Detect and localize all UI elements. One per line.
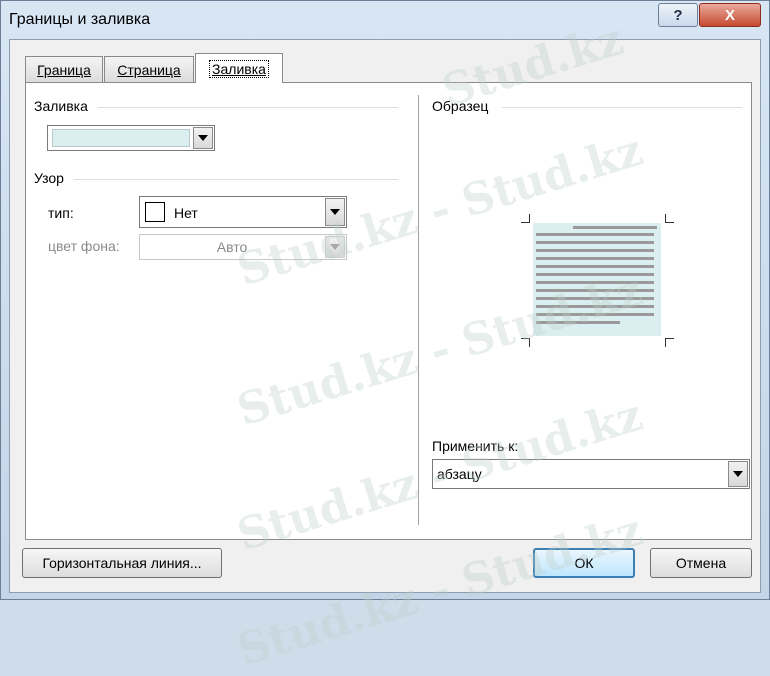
window-title: Границы и заливка [9,11,151,28]
chevron-down-icon [330,244,340,250]
dialog-client-area: Граница Страница Заливка Заливка Узор ти… [9,39,761,593]
pattern-type-value: Нет [174,205,198,221]
pattern-group-label: Узор [34,170,70,186]
ok-button[interactable]: ОК [533,548,635,578]
help-button[interactable]: ? [658,3,698,27]
pattern-group-divider [74,179,398,180]
horizontal-line-button-label: Горизонтальная линия... [42,555,202,571]
tab-shading-label: Заливка [209,59,269,78]
preview-corner-mark [665,214,674,223]
pattern-type-dropdown-button[interactable] [325,198,345,226]
pattern-type-dropdown[interactable]: Нет [139,196,347,228]
fill-color-dropdown-button[interactable] [193,127,213,149]
tab-shading[interactable]: Заливка [195,53,283,83]
apply-to-value: абзацу [437,466,482,482]
tab-borders-label: Граница [37,61,91,78]
chevron-down-icon [733,471,743,477]
cancel-button[interactable]: Отмена [650,548,752,578]
title-bar[interactable]: Границы и заливка ? X [1,1,769,39]
close-icon: X [724,6,735,24]
pattern-bg-color-dropdown[interactable]: Авто [139,234,347,260]
chevron-down-icon [330,209,340,215]
fill-group-label: Заливка [34,98,94,114]
apply-to-label: Применить к: [432,438,519,454]
preview-corner-mark [521,338,530,347]
pattern-bg-color-value: Авто [216,239,248,255]
pattern-type-swatch [145,202,165,222]
help-icon: ? [673,6,683,24]
ok-button-label: ОК [574,555,594,571]
close-button[interactable]: X [699,3,761,27]
fill-group-divider [98,107,398,108]
borders-and-shading-dialog: Границы и заливка ? X Граница Страница З… [0,0,770,600]
apply-to-dropdown-button[interactable] [728,461,748,487]
tab-borders[interactable]: Граница [25,56,103,82]
preview-corner-mark [521,214,530,223]
fill-color-dropdown[interactable] [47,125,215,151]
tab-page-border[interactable]: Страница [104,56,194,82]
horizontal-line-button[interactable]: Горизонтальная линия... [22,548,222,578]
pattern-bg-color-dropdown-button[interactable] [325,236,345,258]
tab-panel-shading: Заливка Узор тип: Нет цвет фона: Авто Об… [25,82,752,540]
sample-preview [533,223,661,336]
sample-group-label: Образец [432,98,495,114]
pattern-type-label: тип: [48,205,74,221]
sample-group-divider [502,107,742,108]
chevron-down-icon [198,135,208,141]
preview-corner-mark [665,338,674,347]
panel-divider [418,95,419,525]
apply-to-dropdown[interactable]: абзацу [432,459,750,489]
cancel-button-label: Отмена [675,555,727,571]
fill-color-swatch [52,129,190,147]
tab-page-border-label: Страница [117,61,181,78]
pattern-bg-color-label: цвет фона: [48,238,120,254]
